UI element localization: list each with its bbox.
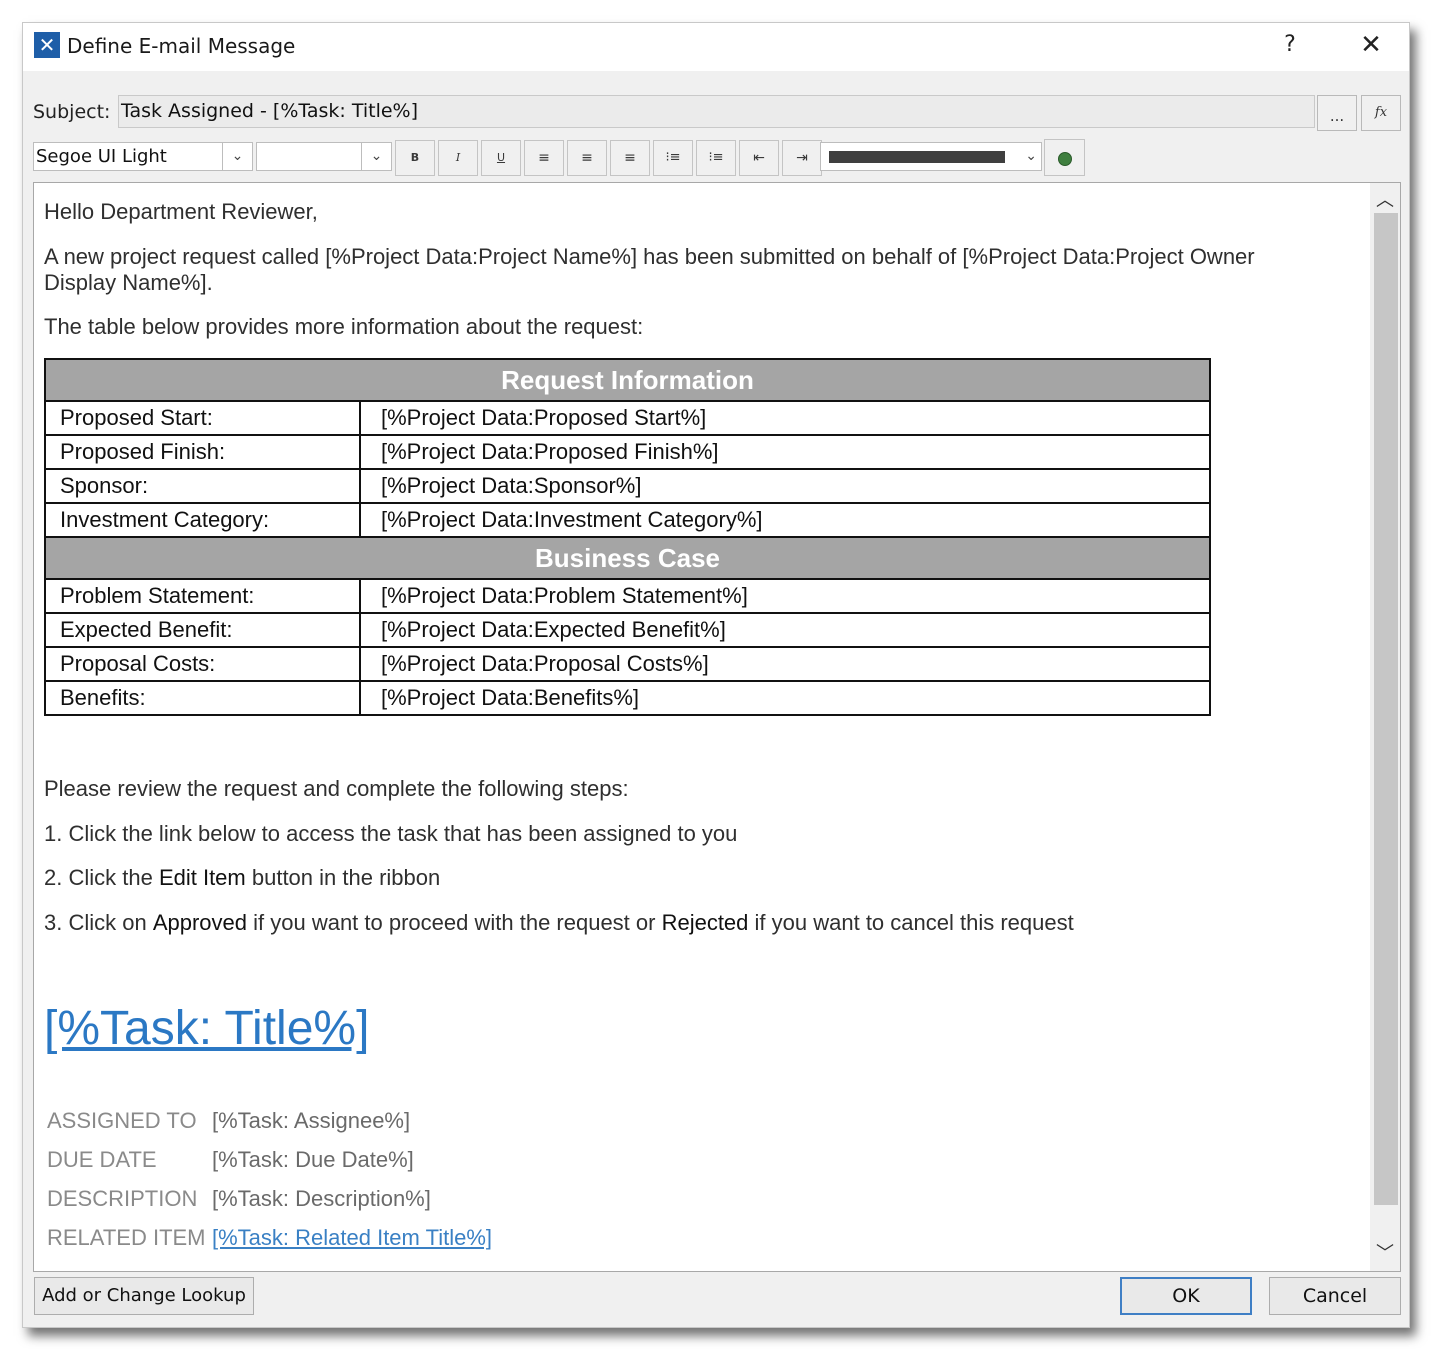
row-label: Proposed Start: <box>44 400 361 436</box>
scroll-up-arrow-icon[interactable]: ︿ <box>1370 183 1400 213</box>
align-left-button[interactable]: ≡ <box>524 140 564 176</box>
table-row: Problem Statement: [%Project Data:Proble… <box>44 578 1211 614</box>
decrease-indent-button[interactable]: ⇤ <box>739 140 779 176</box>
increase-indent-button[interactable]: ⇥ <box>782 140 822 176</box>
table-section-header: Request Information <box>44 358 1211 402</box>
task-title-link[interactable]: [%Task: Title%] <box>44 1001 369 1056</box>
step-3-mid: if you want to proceed with the request … <box>247 910 662 935</box>
cancel-button[interactable]: Cancel <box>1269 1277 1401 1315</box>
intro-text-continued: Display Name%]. <box>44 270 213 295</box>
description-value: [%Task: Description%] <box>212 1186 431 1211</box>
step-3-post: if you want to cancel this request <box>748 910 1074 935</box>
formula-button[interactable]: fx <box>1361 95 1401 131</box>
row-label: Sponsor: <box>44 468 361 504</box>
table-row: Benefits: [%Project Data:Benefits%] <box>44 680 1211 716</box>
scroll-thumb[interactable] <box>1374 213 1398 1205</box>
table-section-header: Business Case <box>44 536 1211 580</box>
bold-button[interactable]: B <box>395 140 435 176</box>
row-label: Investment Category: <box>44 502 361 538</box>
vertical-scrollbar[interactable]: ︿ ﹀ <box>1370 183 1400 1271</box>
related-item-label: RELATED ITEM <box>47 1225 206 1250</box>
chevron-down-icon[interactable]: ⌄ <box>1025 143 1037 170</box>
step-3-text: 3. Click on Approved if you want to proc… <box>44 910 1074 936</box>
row-value: [%Project Data:Proposed Finish%] <box>359 434 1211 470</box>
step-3-bold-rejected: Rejected <box>661 910 749 935</box>
dialog-title: Define E-mail Message <box>67 34 296 58</box>
scroll-down-arrow-icon[interactable]: ﹀ <box>1370 1241 1400 1271</box>
step-2-text: 2. Click the Edit Item button in the rib… <box>44 865 440 891</box>
row-value: [%Project Data:Proposed Start%] <box>359 400 1211 436</box>
row-label: Problem Statement: <box>44 578 361 614</box>
chevron-down-icon[interactable]: ⌄ <box>361 143 391 170</box>
chevron-down-icon[interactable]: ⌄ <box>222 143 252 170</box>
numbered-list-button[interactable]: ⁝≡ <box>653 140 693 176</box>
underline-button[interactable]: U <box>481 140 521 176</box>
assigned-to-value: [%Task: Assignee%] <box>212 1108 411 1133</box>
define-email-dialog: ✕ Define E-mail Message ? ✕ Subject: Tas… <box>22 22 1410 1328</box>
ok-button[interactable]: OK <box>1120 1277 1252 1315</box>
font-family-value: Segoe UI Light <box>36 146 167 167</box>
related-item-link[interactable]: [%Task: Related Item Title%] <box>212 1225 492 1251</box>
font-color-select[interactable]: ⌄ <box>820 142 1042 171</box>
description-label: DESCRIPTION <box>47 1186 198 1211</box>
section-title-request-information: Request Information <box>44 358 1211 402</box>
italic-button[interactable]: I <box>438 140 478 176</box>
insert-hyperlink-button[interactable] <box>1044 139 1085 176</box>
globe-icon <box>1057 151 1072 166</box>
step-3-pre: 3. Click on <box>44 910 153 935</box>
bullet-list-button[interactable]: ⁝≡ <box>696 140 736 176</box>
subject-lookup-button[interactable]: ... <box>1317 95 1357 131</box>
request-info-table: Request Information Proposed Start: [%Pr… <box>44 358 1211 716</box>
row-label: Expected Benefit: <box>44 612 361 648</box>
due-date-label: DUE DATE <box>47 1147 157 1172</box>
steps-intro-text: Please review the request and complete t… <box>44 776 629 801</box>
row-value: [%Project Data:Problem Statement%] <box>359 578 1211 614</box>
align-right-button[interactable]: ≡ <box>610 140 650 176</box>
subject-label: Subject: <box>33 101 111 123</box>
title-bar: ✕ Define E-mail Message ? ✕ <box>23 23 1409 71</box>
font-size-select[interactable]: ⌄ <box>256 142 392 171</box>
close-button[interactable]: ✕ <box>1353 29 1389 61</box>
intro-text: A new project request called [%Project D… <box>44 244 1255 269</box>
step-2-bold: Edit Item <box>158 865 246 890</box>
help-button[interactable]: ? <box>1275 29 1305 61</box>
row-label: Proposed Finish: <box>44 434 361 470</box>
font-family-select[interactable]: Segoe UI Light ⌄ <box>33 142 253 171</box>
step-2-pre: 2. Click the <box>44 865 159 890</box>
due-date-value: [%Task: Due Date%] <box>212 1147 414 1172</box>
add-or-change-lookup-button[interactable]: Add or Change Lookup <box>34 1277 254 1315</box>
row-label: Proposal Costs: <box>44 646 361 682</box>
subject-input[interactable]: Task Assigned - [%Task: Title%] <box>118 95 1315 128</box>
table-intro-text: The table below provides more informatio… <box>44 314 644 339</box>
app-tools-icon: ✕ <box>34 32 60 58</box>
align-center-button[interactable]: ≡ <box>567 140 607 176</box>
row-value: [%Project Data:Proposal Costs%] <box>359 646 1211 682</box>
table-row: Sponsor: [%Project Data:Sponsor%] <box>44 468 1211 504</box>
step-2-post: button in the ribbon <box>245 865 441 890</box>
assigned-to-label: ASSIGNED TO <box>47 1108 197 1133</box>
message-editor[interactable]: Hello Department Reviewer, A new project… <box>33 182 1401 1272</box>
table-row: Investment Category: [%Project Data:Inve… <box>44 502 1211 538</box>
row-value: [%Project Data:Investment Category%] <box>359 502 1211 538</box>
section-title-business-case: Business Case <box>44 536 1211 580</box>
row-value: [%Project Data:Expected Benefit%] <box>359 612 1211 648</box>
table-row: Proposed Start: [%Project Data:Proposed … <box>44 400 1211 436</box>
table-row: Proposed Finish: [%Project Data:Proposed… <box>44 434 1211 470</box>
step-1-text: 1. Click the link below to access the ta… <box>44 821 738 846</box>
table-row: Expected Benefit: [%Project Data:Expecte… <box>44 612 1211 648</box>
table-row: Proposal Costs: [%Project Data:Proposal … <box>44 646 1211 682</box>
row-value: [%Project Data:Benefits%] <box>359 680 1211 716</box>
color-swatch <box>829 151 1005 163</box>
row-label: Benefits: <box>44 680 361 716</box>
row-value: [%Project Data:Sponsor%] <box>359 468 1211 504</box>
greeting-text: Hello Department Reviewer, <box>44 199 318 224</box>
step-3-bold-approved: Approved <box>152 910 248 935</box>
